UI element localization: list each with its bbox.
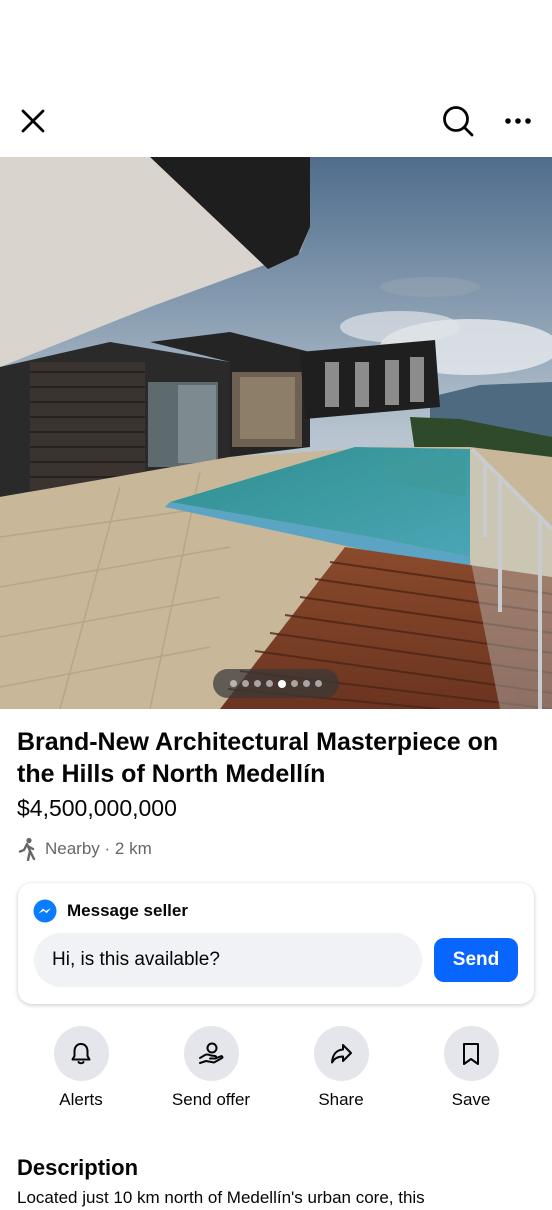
house-pool-image xyxy=(0,157,552,709)
search-button[interactable] xyxy=(435,98,481,144)
message-input[interactable] xyxy=(34,933,422,987)
message-seller-header: Message seller xyxy=(33,899,188,923)
send-offer-button[interactable]: Send offer xyxy=(146,1026,276,1116)
message-seller-card: Message seller Send xyxy=(18,883,534,1004)
photo-pagination[interactable] xyxy=(213,669,339,698)
alerts-button[interactable]: Alerts xyxy=(16,1026,146,1116)
send-offer-icon-circle[interactable] xyxy=(183,1026,239,1081)
listing-price: $4,500,000,000 xyxy=(17,795,177,821)
close-icon xyxy=(21,109,45,133)
pagination-dot[interactable] xyxy=(266,680,273,687)
share-label: Share xyxy=(318,1090,364,1109)
send-button[interactable]: Send xyxy=(434,938,518,982)
pagination-dot[interactable] xyxy=(278,679,286,688)
pagination-dot[interactable] xyxy=(291,680,298,687)
save-label: Save xyxy=(451,1090,491,1109)
listing-distance: Nearby · 2 km xyxy=(17,836,152,862)
listing-title: Brand-New Architectural Masterpiece on t… xyxy=(17,728,499,788)
alerts-label: Alerts xyxy=(59,1090,103,1109)
save-icon-circle[interactable] xyxy=(443,1026,499,1081)
pagination-dot[interactable] xyxy=(242,680,249,687)
bookmark-icon xyxy=(463,1042,479,1065)
close-button[interactable] xyxy=(10,98,56,144)
pagination-dot[interactable] xyxy=(254,680,261,687)
message-seller-label: Message seller xyxy=(67,901,188,920)
pagination-dot[interactable] xyxy=(315,680,322,687)
save-button[interactable]: Save xyxy=(406,1026,536,1116)
pagination-dot[interactable] xyxy=(230,680,237,687)
top-bar xyxy=(0,88,552,154)
offer-icon xyxy=(199,1042,224,1064)
distance-text: Nearby · 2 km xyxy=(45,839,152,858)
pagination-dot[interactable] xyxy=(303,680,310,687)
more-icon xyxy=(505,118,531,124)
send-offer-label: Send offer xyxy=(171,1090,251,1109)
share-icon-circle[interactable] xyxy=(313,1026,369,1081)
share-button[interactable]: Share xyxy=(276,1026,406,1116)
bell-icon xyxy=(71,1042,91,1064)
share-icon xyxy=(331,1043,352,1063)
search-icon xyxy=(443,106,474,137)
listing-photo[interactable] xyxy=(0,157,552,709)
walking-person-icon xyxy=(18,837,36,861)
alerts-icon-circle[interactable] xyxy=(53,1026,109,1081)
messenger-icon xyxy=(33,899,57,923)
description-text: Located just 10 km north of Medellín's u… xyxy=(17,1188,425,1207)
description-heading: Description xyxy=(17,1155,139,1180)
more-options-button[interactable] xyxy=(495,98,541,144)
action-bar: Alerts Send offer Share Save xyxy=(16,1026,536,1116)
